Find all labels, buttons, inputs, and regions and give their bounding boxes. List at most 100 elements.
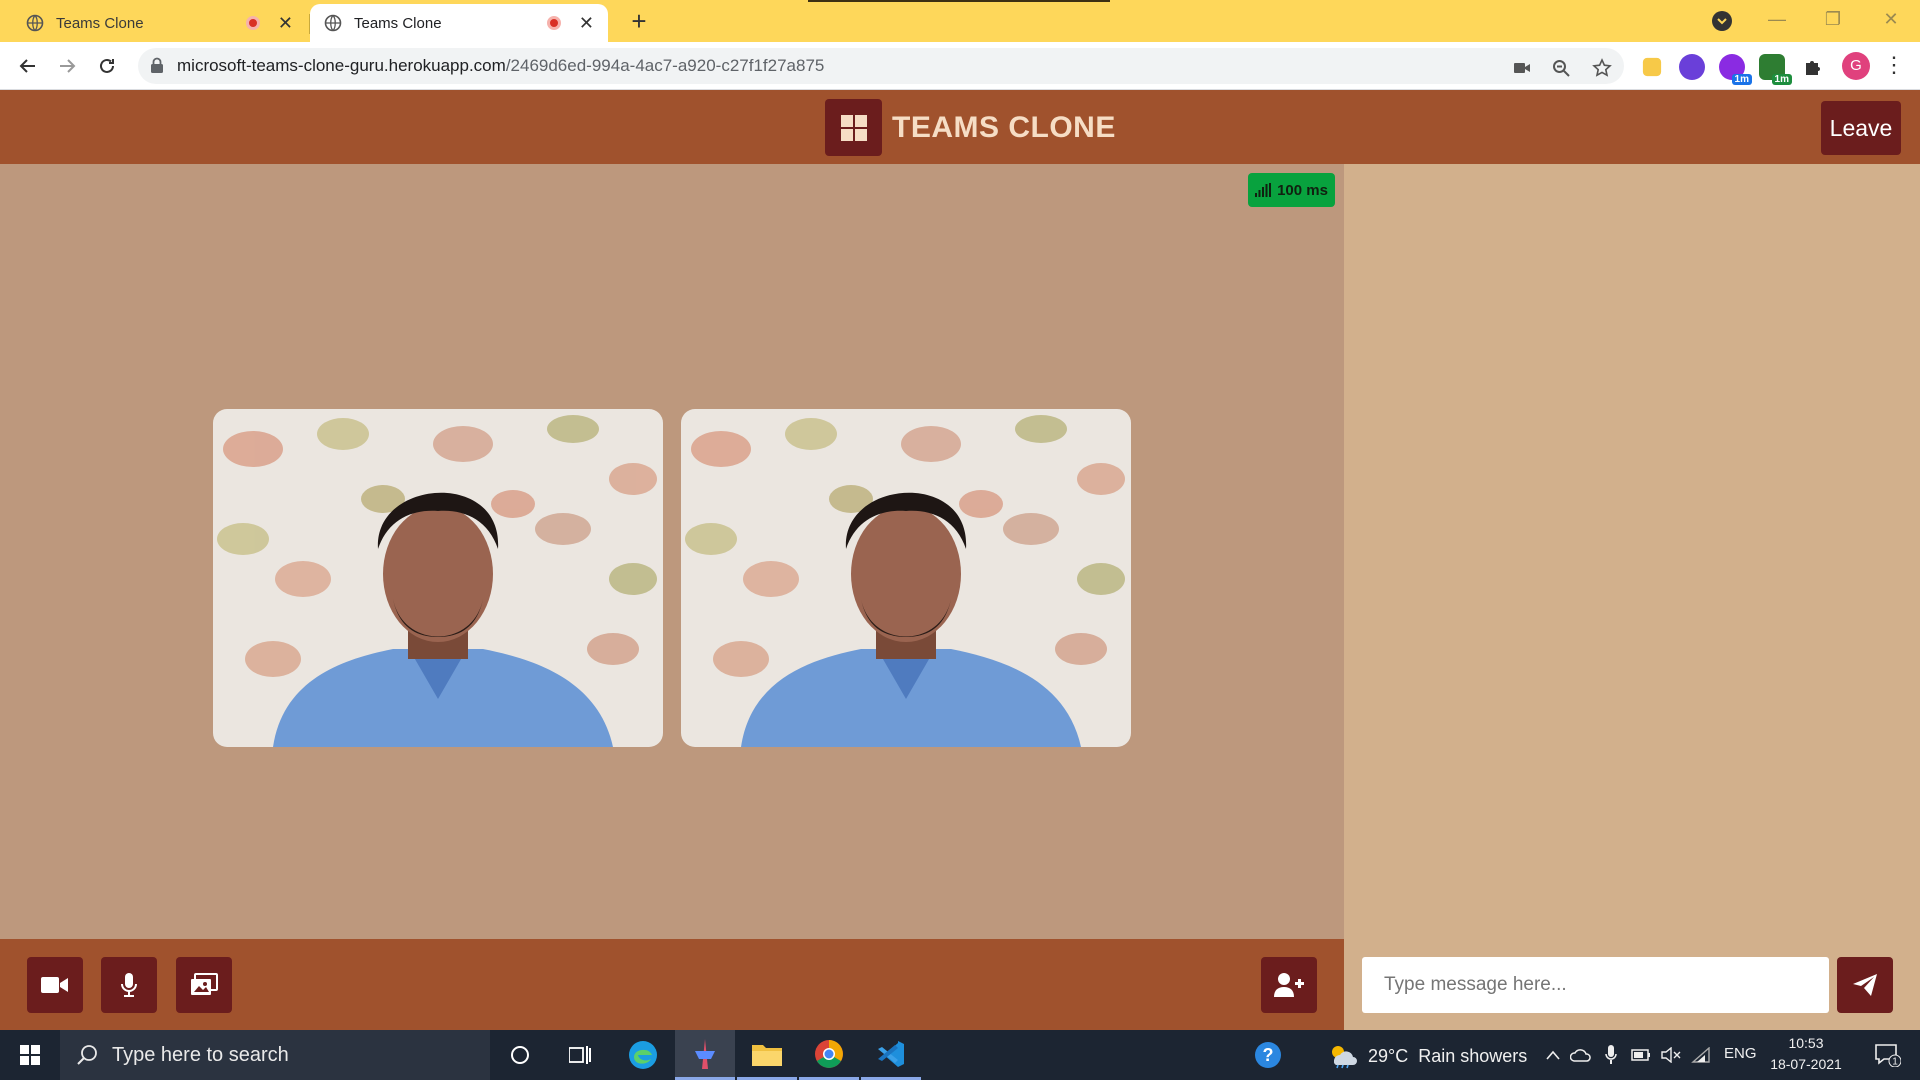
paper-plane-icon xyxy=(1853,974,1877,996)
battery-icon xyxy=(1631,1049,1650,1061)
tab-title: Teams Clone xyxy=(354,14,442,32)
latency-badge: 100 ms xyxy=(1248,173,1335,207)
url-path: /2469d6ed-994a-4ac7-a920-c27f1f27a875 xyxy=(505,56,825,75)
help-icon: ? xyxy=(1255,1042,1281,1068)
chat-message-input[interactable] xyxy=(1362,957,1829,1013)
windows-start-button[interactable] xyxy=(0,1030,60,1080)
tab-title: Teams Clone xyxy=(56,14,144,32)
extension-badge: 1m xyxy=(1771,74,1792,85)
toggle-video-button[interactable] xyxy=(27,957,83,1013)
video-tile-local[interactable] xyxy=(213,409,663,747)
action-center-button[interactable]: 1 xyxy=(1858,1030,1918,1080)
send-message-button[interactable] xyxy=(1837,957,1893,1013)
taskbar-app-vscode[interactable] xyxy=(861,1030,921,1080)
browser-tab[interactable]: Teams Clone ✕ xyxy=(12,4,307,42)
svg-text:?: ? xyxy=(1263,1045,1274,1065)
taskbar-app-active[interactable] xyxy=(675,1030,735,1080)
taskbar-app-file-explorer[interactable] xyxy=(737,1030,797,1080)
browser-tab-active[interactable]: Teams Clone ✕ xyxy=(310,4,608,42)
signal-icon xyxy=(1255,183,1272,197)
microphone-icon xyxy=(1605,1045,1617,1064)
onedrive-tray[interactable] xyxy=(1566,1030,1596,1080)
video-tile-remote[interactable] xyxy=(681,409,1131,747)
taskbar-app-edge[interactable] xyxy=(613,1030,673,1080)
camera-in-use-icon[interactable] xyxy=(1510,56,1534,80)
cloud-icon xyxy=(1570,1049,1591,1062)
taskbar-search[interactable]: Type here to search xyxy=(60,1030,490,1080)
battery-tray[interactable] xyxy=(1626,1030,1656,1080)
cortana-icon xyxy=(511,1046,529,1064)
bookmark-star-icon[interactable] xyxy=(1590,56,1614,80)
windows-logo-icon xyxy=(20,1045,40,1065)
edge-icon xyxy=(629,1041,657,1069)
speaker-muted-icon xyxy=(1661,1047,1681,1063)
tab-search-button[interactable] xyxy=(1712,11,1732,31)
restore-button[interactable]: ❐ xyxy=(1813,4,1853,34)
search-icon xyxy=(77,1045,97,1065)
screen-share-button[interactable] xyxy=(176,957,232,1013)
puzzle-piece-icon[interactable] xyxy=(1801,55,1825,79)
lock-icon[interactable] xyxy=(150,57,164,73)
folder-icon xyxy=(752,1044,782,1066)
volume-tray[interactable] xyxy=(1656,1030,1686,1080)
notification-count: 1 xyxy=(1892,1057,1898,1068)
show-hidden-icons-button[interactable] xyxy=(1538,1030,1568,1080)
add-user-icon xyxy=(1274,973,1304,997)
zoom-icon[interactable] xyxy=(1549,56,1573,80)
rain-cloud-icon xyxy=(1332,1046,1357,1069)
tab-strip-accent xyxy=(808,0,1110,2)
new-tab-button[interactable]: + xyxy=(624,6,654,36)
toggle-mic-button[interactable] xyxy=(101,957,157,1013)
url-host: microsoft-teams-clone-guru.herokuapp.com xyxy=(177,56,506,75)
extension-icon[interactable]: 1m xyxy=(1759,54,1792,85)
vscode-icon xyxy=(878,1040,904,1067)
clock-time: 10:53 xyxy=(1788,1035,1824,1051)
extension-badge: 1m xyxy=(1731,74,1752,85)
globe-icon xyxy=(324,14,342,32)
app-icon xyxy=(695,1038,715,1069)
recording-icon xyxy=(245,16,260,30)
forward-button[interactable] xyxy=(51,50,83,82)
chat-panel xyxy=(1344,164,1920,1030)
chevron-up-icon xyxy=(1546,1050,1560,1060)
taskbar-app-chrome[interactable] xyxy=(799,1030,859,1080)
help-button[interactable]: ? xyxy=(1238,1030,1298,1080)
wifi-icon xyxy=(1691,1047,1710,1063)
extension-icon[interactable]: 1m xyxy=(1719,54,1752,85)
minimize-button[interactable]: — xyxy=(1757,4,1797,34)
chrome-icon xyxy=(815,1039,843,1068)
close-icon[interactable]: ✕ xyxy=(278,13,293,34)
ai-extension-icon[interactable] xyxy=(1679,54,1705,80)
latency-text: 100 ms xyxy=(1277,181,1328,199)
close-icon[interactable]: ✕ xyxy=(579,13,594,34)
back-button[interactable] xyxy=(12,50,44,82)
url-text[interactable]: microsoft-teams-clone-guru.herokuapp.com… xyxy=(177,55,824,77)
language-indicator[interactable]: ENG xyxy=(1724,1045,1757,1062)
task-view-button[interactable] xyxy=(550,1030,610,1080)
app-title: TEAMS CLONE xyxy=(892,111,1116,144)
weather-widget[interactable]: 29°C Rain showers xyxy=(1328,1043,1527,1069)
recording-icon xyxy=(546,16,561,30)
profile-avatar[interactable]: G xyxy=(1842,52,1870,80)
windows-logo-icon xyxy=(825,99,882,156)
kebab-menu-icon[interactable]: ⋮ xyxy=(1883,52,1905,80)
globe-icon xyxy=(26,14,44,32)
taskbar-clock[interactable]: 10:53 18-07-2021 xyxy=(1770,1033,1842,1075)
notification-icon: 1 xyxy=(1875,1044,1901,1068)
microphone-icon xyxy=(121,973,137,997)
invite-participant-button[interactable] xyxy=(1261,957,1317,1013)
search-placeholder: Type here to search xyxy=(112,1043,289,1066)
weather-text: 29°C Rain showers xyxy=(1368,1045,1528,1066)
task-view-icon xyxy=(569,1046,591,1064)
leave-button[interactable]: Leave xyxy=(1821,101,1901,155)
video-camera-icon xyxy=(41,977,68,993)
sticky-note-extension-icon[interactable] xyxy=(1642,57,1662,77)
network-tray[interactable] xyxy=(1686,1030,1716,1080)
screen-share-icon xyxy=(191,973,218,995)
reload-button[interactable] xyxy=(91,50,123,82)
microphone-tray[interactable] xyxy=(1596,1030,1626,1080)
clock-date: 18-07-2021 xyxy=(1770,1056,1842,1072)
close-window-button[interactable]: ✕ xyxy=(1871,4,1911,34)
cortana-button[interactable] xyxy=(490,1030,550,1080)
video-area xyxy=(0,164,1344,939)
